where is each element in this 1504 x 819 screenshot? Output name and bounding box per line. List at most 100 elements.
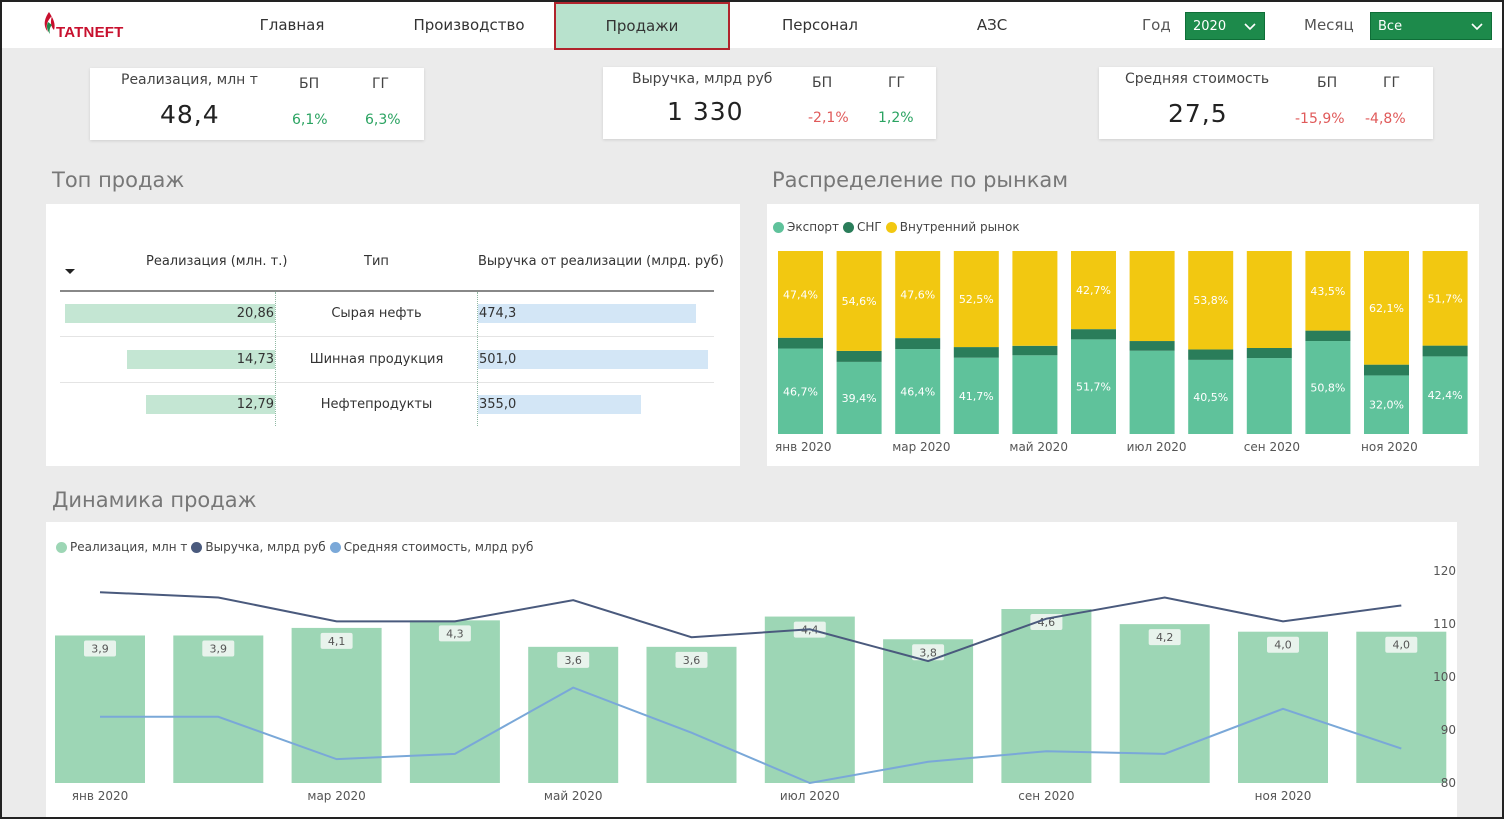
- chevron-down-icon: [1471, 13, 1483, 51]
- market-bar-segment[interactable]: [1012, 345, 1058, 356]
- year-select[interactable]: 2020: [1185, 12, 1265, 40]
- market-data-label: 32,0%: [1369, 399, 1404, 412]
- market-bar-segment[interactable]: [1188, 349, 1234, 360]
- market-data-label: 51,7%: [1076, 381, 1111, 394]
- market-data-label: 51,7%: [1428, 292, 1463, 305]
- volume-bar[interactable]: [173, 635, 264, 783]
- volume-bar[interactable]: [764, 616, 855, 783]
- market-data-label: 50,8%: [1310, 382, 1345, 395]
- x-tick-label: ноя 2020: [1361, 440, 1418, 454]
- kpi-gg-label: ГГ: [372, 76, 390, 92]
- market-distribution-chart: 46,7% 47,4% 39,4% 54,6% 46,4% 47,6% 41,7% 52,5%…: [775, 251, 1468, 454]
- kpi-bp-label: БП: [812, 75, 833, 91]
- market-data-label: 40,5%: [1193, 391, 1228, 404]
- kpi-bp-value: 6,1%: [292, 112, 328, 128]
- header-divider: [60, 290, 714, 292]
- bar-data-label: 3,9: [210, 642, 228, 655]
- y-tick-label: 80: [1441, 776, 1456, 790]
- logo-text: TATNEFT: [56, 24, 124, 41]
- market-data-label: 46,7%: [783, 385, 818, 398]
- x-tick-label: ноя 2020: [1255, 789, 1312, 803]
- market-bar-segment[interactable]: [1364, 364, 1409, 376]
- x-tick-label: июл 2020: [1127, 440, 1187, 454]
- sales-dynamics-title: Динамика продаж: [52, 488, 257, 512]
- top-sales-title: Топ продаж: [52, 168, 185, 192]
- market-data-label: 62,1%: [1369, 302, 1404, 315]
- sort-desc-icon[interactable]: [64, 268, 76, 276]
- x-tick-label: мар 2020: [892, 440, 950, 454]
- nav-gas-stations[interactable]: АЗС: [952, 2, 1032, 48]
- kpi-card-volume: Реализация, млн т 48,4 БП ГГ 6,1% 6,3%: [90, 68, 424, 140]
- x-tick-label: сен 2020: [1244, 440, 1300, 454]
- sales-dynamics-chart: 3,9 3,94,14,33,6 3,64,43,84,64,24,0 4,01201…: [55, 564, 1456, 803]
- volume-bar[interactable]: [1238, 631, 1328, 783]
- kpi-bp-label: БП: [299, 76, 320, 92]
- market-bar-segment[interactable]: [778, 337, 823, 349]
- nav-production[interactable]: Производство: [394, 2, 544, 48]
- y-tick-label: 90: [1441, 723, 1456, 737]
- market-data-label: 39,4%: [842, 392, 877, 405]
- column-header-type[interactable]: Тип: [364, 254, 389, 269]
- market-bar-segment[interactable]: [1012, 355, 1058, 434]
- market-bar-segment[interactable]: [1012, 251, 1058, 346]
- column-header-volume[interactable]: Реализация (млн. т.): [146, 254, 287, 269]
- market-bar-segment[interactable]: [1422, 345, 1468, 357]
- market-bar-segment[interactable]: [953, 347, 999, 358]
- year-select-value: 2020: [1193, 19, 1227, 34]
- market-data-label: 47,4%: [783, 288, 818, 301]
- revenue-cell: 355,0: [479, 397, 517, 412]
- market-bar-segment[interactable]: [836, 350, 882, 362]
- volume-bar[interactable]: [1119, 624, 1210, 783]
- kpi-gg-value: 6,3%: [365, 112, 401, 128]
- kpi-title: Реализация, млн т: [121, 72, 258, 88]
- market-data-label: 52,5%: [959, 293, 994, 306]
- market-bar-segment[interactable]: [1246, 358, 1292, 434]
- month-select[interactable]: Все: [1370, 12, 1492, 40]
- market-distribution-panel: Экспорт СНГ Внутренний рынок 46,7% 47,4% 3…: [767, 204, 1479, 466]
- kpi-card-avg-cost: Средняя стоимость 27,5 БП ГГ -15,9% -4,8…: [1099, 67, 1433, 139]
- volume-bar[interactable]: [1356, 631, 1447, 783]
- bar-data-label: 4,1: [328, 635, 346, 648]
- market-data-label: 41,7%: [959, 390, 994, 403]
- kpi-bp-label: БП: [1317, 75, 1338, 91]
- bar-data-label: 4,2: [1156, 631, 1174, 644]
- nav-personnel[interactable]: Персонал: [760, 2, 880, 48]
- market-distribution-title: Распределение по рынкам: [772, 168, 1069, 192]
- bar-data-label: 3,9: [91, 642, 109, 655]
- y-tick-label: 100: [1433, 670, 1456, 684]
- kpi-value: 27,5: [1168, 99, 1228, 128]
- kpi-bp-value: -15,9%: [1295, 111, 1345, 127]
- volume-bar[interactable]: [1001, 609, 1092, 783]
- kpi-bp-value: -2,1%: [808, 110, 849, 126]
- x-tick-label: сен 2020: [1018, 789, 1074, 803]
- kpi-card-revenue: Выручка, млрд руб 1 330 БП ГГ -2,1% 1,2%: [603, 67, 936, 139]
- bar-data-label: 3,6: [564, 654, 582, 667]
- x-tick-label: янв 2020: [775, 440, 832, 454]
- market-data-label: 46,4%: [900, 386, 935, 399]
- market-bar-segment[interactable]: [1129, 251, 1175, 342]
- kpi-value: 1 330: [667, 97, 744, 126]
- volume-bar[interactable]: [55, 635, 145, 783]
- market-bar-segment[interactable]: [1129, 341, 1175, 351]
- market-bar-segment[interactable]: [1246, 347, 1292, 359]
- bar-data-label: 4,3: [446, 627, 464, 640]
- market-bar-segment[interactable]: [1305, 330, 1351, 342]
- row-divider: [60, 382, 714, 383]
- type-cell: Шинная продукция: [309, 352, 444, 367]
- volume-cell: 20,86: [236, 306, 274, 321]
- column-header-revenue[interactable]: Выручка от реализации (млрд. руб): [478, 254, 724, 269]
- x-tick-label: янв 2020: [72, 789, 129, 803]
- market-bar-segment[interactable]: [895, 338, 941, 350]
- nav-home[interactable]: Главная: [234, 2, 350, 48]
- nav-sales[interactable]: Продажи: [554, 2, 730, 50]
- sales-dynamics-panel: Реализация, млн т Выручка, млрд руб Сред…: [46, 522, 1457, 817]
- market-bar-segment[interactable]: [1129, 350, 1175, 434]
- chevron-down-icon: [1244, 13, 1256, 51]
- year-filter-label: Год: [1142, 16, 1171, 34]
- volume-bar[interactable]: [409, 620, 500, 783]
- top-sales-panel: Реализация (млн. т.) Тип Выручка от реал…: [46, 204, 740, 466]
- market-bar-segment[interactable]: [1246, 251, 1292, 348]
- kpi-value: 48,4: [160, 100, 220, 129]
- bar-data-label: 3,8: [919, 646, 937, 659]
- market-bar-segment[interactable]: [1071, 329, 1116, 340]
